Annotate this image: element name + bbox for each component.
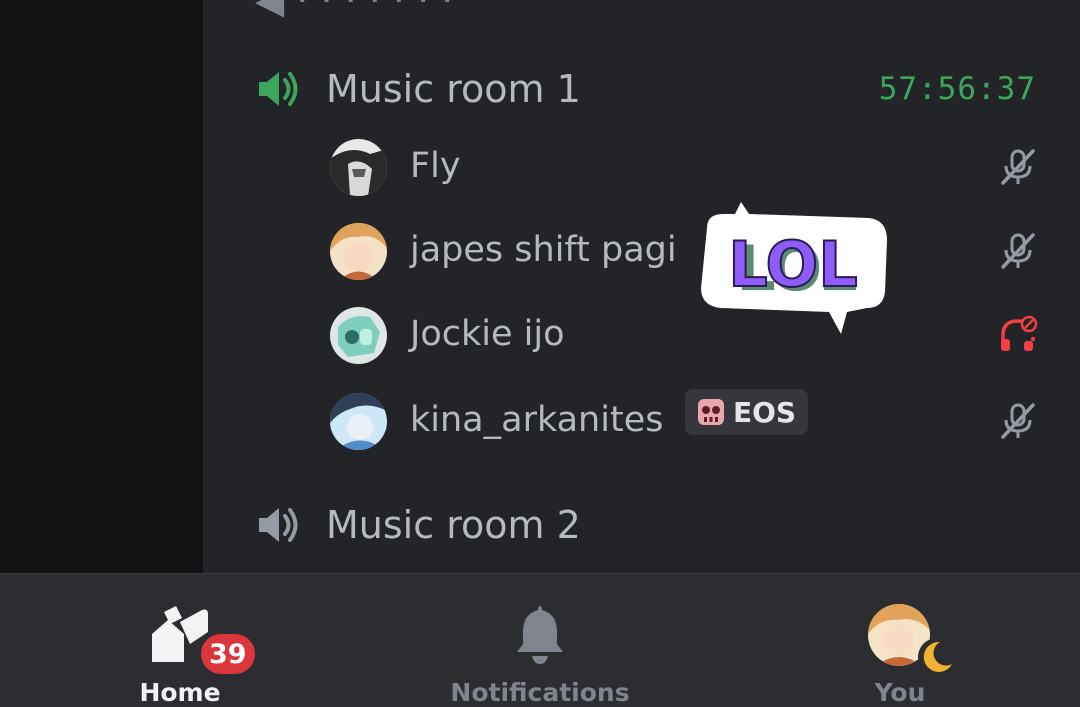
- home-badge: 39: [196, 629, 260, 679]
- voice-user-row[interactable]: japes shift pagi: [203, 216, 1080, 286]
- nav-you[interactable]: You: [840, 574, 960, 707]
- server-sidebar: [0, 0, 203, 573]
- deafened-headphones-icon: [1001, 315, 1038, 351]
- bell-icon: [517, 606, 563, 664]
- nav-home-label: Home: [139, 678, 221, 707]
- skull-icon: [698, 399, 724, 425]
- username: japes shift pagi: [410, 230, 677, 270]
- channel-name: Music room 1: [326, 67, 581, 111]
- username: Fly: [410, 146, 461, 186]
- voice-user-row[interactable]: Fly: [203, 132, 1080, 202]
- speaker-active-icon: [259, 72, 298, 106]
- voice-user-row[interactable]: kina_arkanites EOS: [203, 386, 1080, 456]
- cut-off-channel-above: ◀ · · · · · · ·: [255, 0, 454, 22]
- nav-you-label: You: [874, 678, 926, 707]
- avatar: [330, 139, 387, 196]
- nav-notifications-label: Notifications: [450, 678, 630, 707]
- voice-timer: 57:56:37: [878, 71, 1036, 107]
- username: kina_arkanites: [410, 400, 664, 440]
- avatar: [330, 393, 387, 450]
- guild-tag[interactable]: EOS: [685, 389, 809, 435]
- voice-channel-music-room-2[interactable]: Music room 2: [203, 490, 1080, 560]
- muted-mic-icon: [1001, 233, 1035, 269]
- nav-notifications[interactable]: Notifications: [420, 574, 660, 707]
- speaker-icon: [259, 508, 298, 542]
- guild-tag-label: EOS: [733, 395, 797, 429]
- avatar: [330, 223, 387, 280]
- voice-channel-music-room-1[interactable]: Music room 1 57:56:37: [203, 54, 1080, 124]
- avatar: [330, 307, 387, 364]
- channel-name: Music room 2: [326, 503, 581, 547]
- voice-user-row[interactable]: Jockie ijo: [203, 300, 1080, 370]
- bottom-navigation: 39 Home Notifications You: [0, 573, 1080, 707]
- nav-home[interactable]: 39 Home: [100, 574, 260, 707]
- username: Jockie ijo: [410, 314, 565, 354]
- sticker-text: LOL: [728, 228, 858, 301]
- muted-mic-icon: [1001, 403, 1035, 439]
- channel-list: ◀ · · · · · · · Music room 1 57:56:37 Fl…: [203, 0, 1080, 573]
- lol-sticker: LOL LOL: [701, 202, 887, 334]
- muted-mic-icon: [1001, 149, 1035, 185]
- moon-icon: [918, 638, 956, 676]
